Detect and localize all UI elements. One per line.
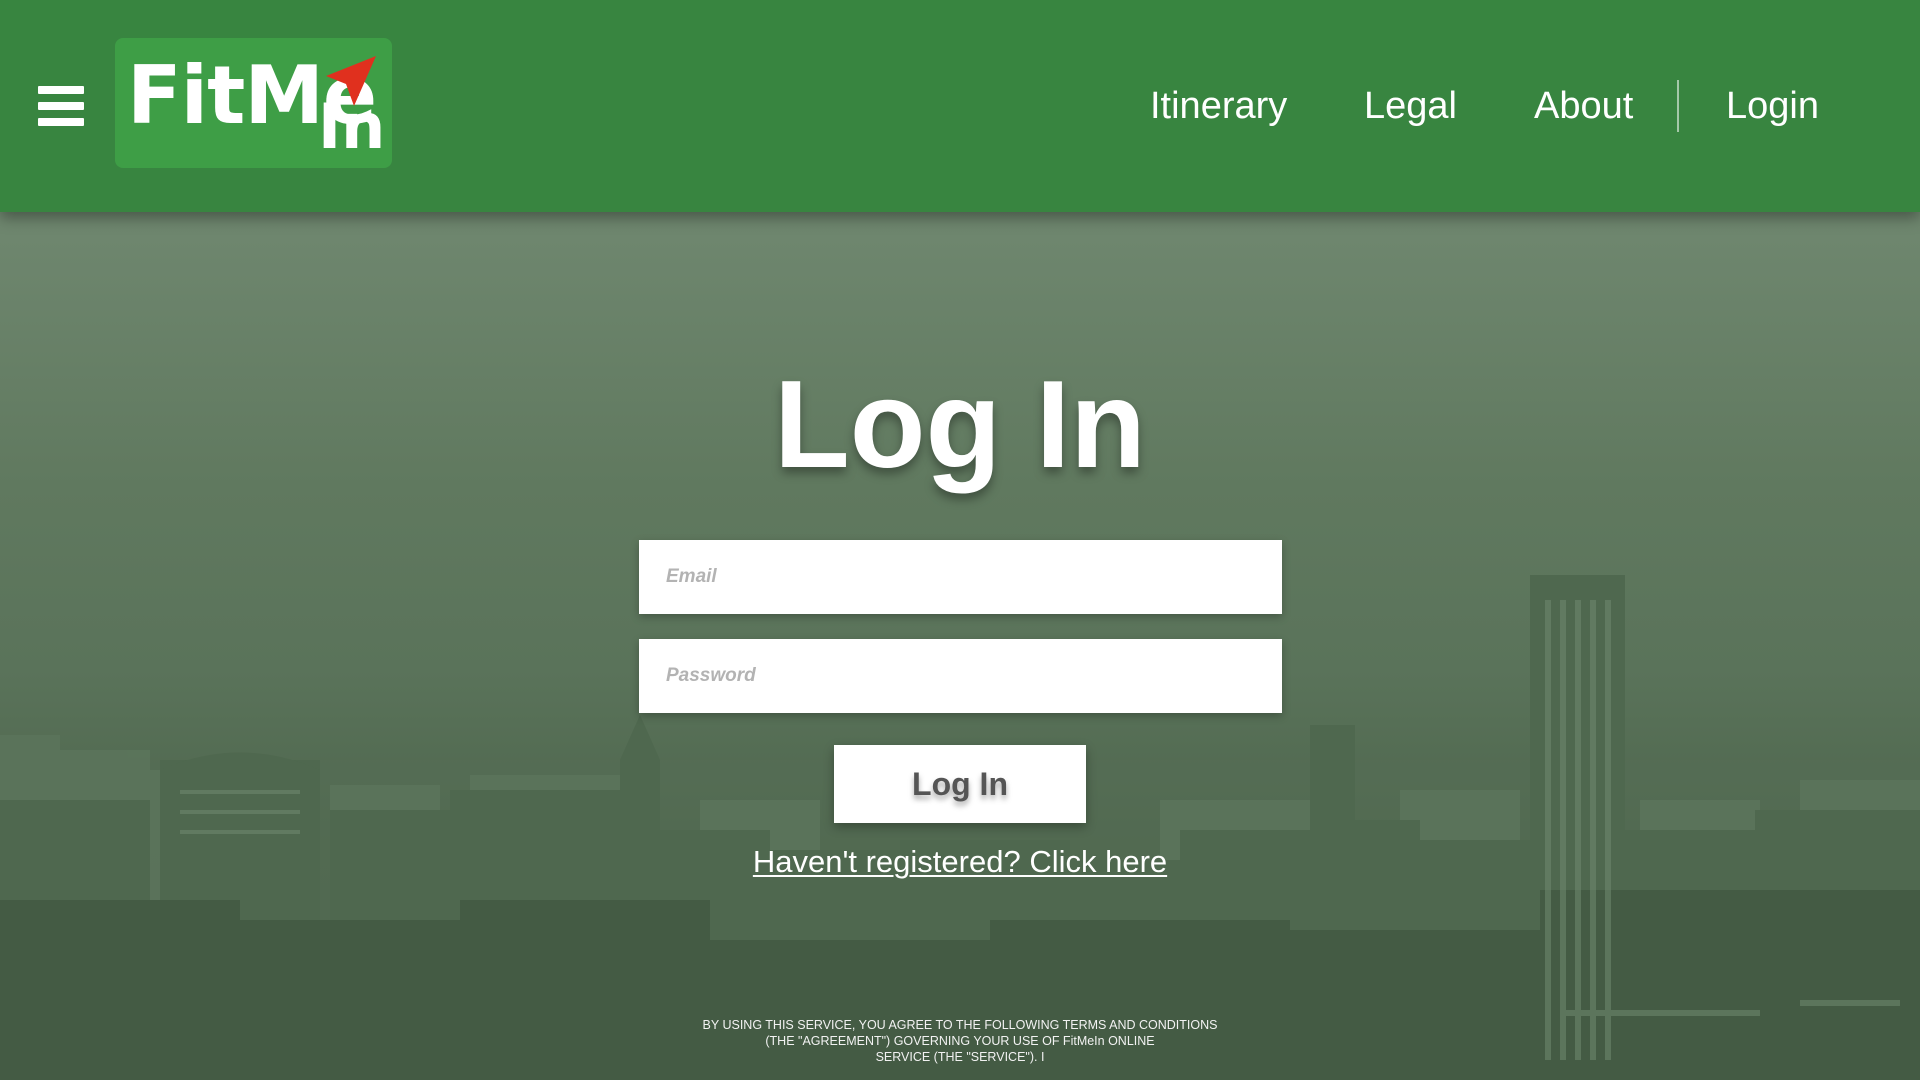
hamburger-menu-icon[interactable]: [38, 86, 84, 126]
email-field[interactable]: [639, 540, 1282, 614]
nav-login[interactable]: Login: [1726, 76, 1819, 136]
terms-line: (THE "AGREEMENT") GOVERNING YOUR USE OF …: [765, 1034, 1155, 1048]
top-navbar: FitMe In Itinerary Legal About Login: [0, 0, 1920, 212]
password-field[interactable]: [639, 639, 1282, 713]
nav-legal[interactable]: Legal: [1364, 76, 1457, 136]
nav-divider: [1677, 80, 1679, 132]
menu-bar: [38, 102, 84, 110]
terms-line: SERVICE (THE "SERVICE"). I: [875, 1050, 1045, 1064]
register-link[interactable]: Haven't registered? Click here: [753, 844, 1167, 879]
nav-about[interactable]: About: [1534, 76, 1633, 136]
red-arrow-icon: [326, 56, 376, 106]
register-prompt: Haven't registered? Click here: [0, 840, 1920, 884]
menu-bar: [38, 86, 84, 94]
menu-bar: [38, 118, 84, 126]
fitmein-logo[interactable]: FitMe In: [115, 38, 392, 168]
nav-itinerary[interactable]: Itinerary: [1150, 76, 1287, 136]
terms-notice: BY USING THIS SERVICE, YOU AGREE TO THE …: [700, 1017, 1220, 1065]
terms-line: BY USING THIS SERVICE, YOU AGREE TO THE …: [702, 1018, 1218, 1032]
login-button[interactable]: Log In: [834, 745, 1086, 823]
page-title: Log In: [774, 356, 1146, 494]
